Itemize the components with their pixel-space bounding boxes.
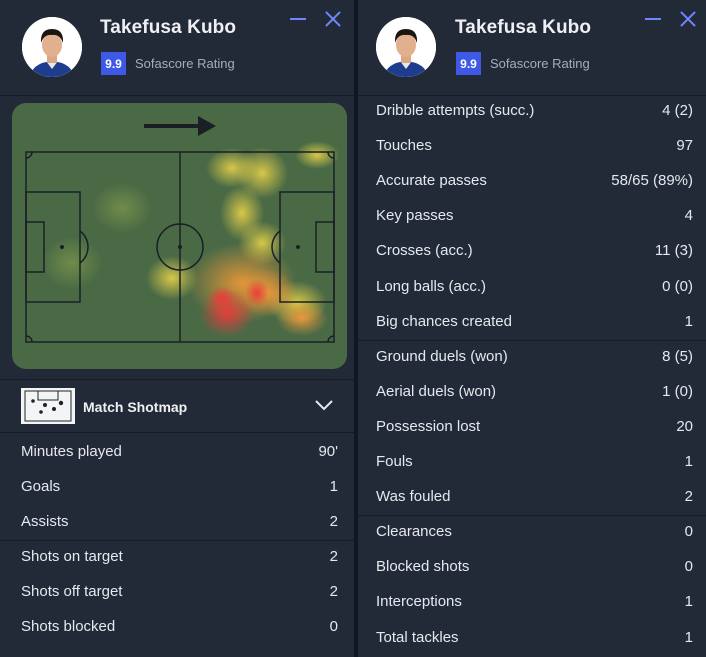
stat-row: Was fouled 2 xyxy=(358,479,706,514)
minimize-icon[interactable] xyxy=(287,8,309,30)
stat-row: Key passes 4 xyxy=(358,198,706,233)
stat-row: Goals 1 xyxy=(0,469,354,504)
stat-label: Dribble attempts (succ.) xyxy=(376,102,535,119)
stat-value: 1 xyxy=(684,453,693,470)
player-name: Takefusa Kubo xyxy=(100,17,237,38)
player-avatar xyxy=(376,17,436,77)
stat-value: 2 xyxy=(329,513,338,530)
stat-label: Clearances xyxy=(376,523,452,541)
stat-value: 0 xyxy=(684,558,693,576)
stat-label: Ground duels (won) xyxy=(376,347,508,365)
player-header: Takefusa Kubo 9.9 Sofascore Rating xyxy=(358,0,706,96)
stat-row: Shots on target 2 xyxy=(0,539,354,574)
stat-label: Long balls (acc.) xyxy=(376,277,487,295)
stat-row: Accurate passes 58/65 (89%) xyxy=(358,163,706,198)
stat-label: Assists xyxy=(21,513,69,530)
stat-value: 8 (5) xyxy=(662,347,693,365)
attack-direction-arrow-icon xyxy=(144,116,216,136)
minimize-icon[interactable] xyxy=(642,8,664,30)
rating-badge: 9.9 xyxy=(101,52,126,75)
player-header: Takefusa Kubo 9.9 Sofascore Rating xyxy=(0,0,354,96)
stat-label: Shots off target xyxy=(21,583,123,600)
stat-row: Aerial duels (won) 1 (0) xyxy=(358,374,706,409)
stat-label: Key passes xyxy=(376,207,454,225)
stat-value: 97 xyxy=(676,137,693,155)
stat-value: 0 xyxy=(684,523,693,541)
stat-label: Possession lost xyxy=(376,417,481,435)
stat-row: Crosses (acc.) 11 (3) xyxy=(358,233,706,268)
stat-row: Long balls (acc.) 0 (0) xyxy=(358,269,706,304)
stat-value: 11 (3) xyxy=(654,242,693,260)
stat-label: Blocked shots xyxy=(376,558,470,576)
stat-row: Total tackles 1 xyxy=(358,620,706,655)
stat-label: Was fouled xyxy=(376,488,451,506)
rating-label: Sofascore Rating xyxy=(135,56,235,71)
stat-row: Dribble attempts (succ.) 4 (2) xyxy=(358,93,706,128)
stat-value: 1 xyxy=(684,593,693,611)
stat-row: Touches 97 xyxy=(358,128,706,163)
stat-row: Ground duels (won) 8 (5) xyxy=(358,339,706,374)
close-icon[interactable] xyxy=(677,8,699,30)
stat-label: Goals xyxy=(21,478,61,495)
stat-value: 1 xyxy=(684,628,693,646)
stat-label: Total tackles xyxy=(376,628,459,646)
stat-value: 2 xyxy=(684,488,693,506)
stat-row: Assists 2 xyxy=(0,504,354,539)
stat-label: Shots on target xyxy=(21,548,123,565)
rating-label: Sofascore Rating xyxy=(490,56,590,71)
stat-row: Blocked shots 0 xyxy=(358,549,706,584)
player-stats-panel-left: Takefusa Kubo 9.9 Sofascore Rating Match… xyxy=(0,0,354,657)
stat-value: 20 xyxy=(676,417,693,435)
match-shotmap-toggle[interactable]: Match Shotmap xyxy=(0,379,354,433)
stat-row: Minutes played 90' xyxy=(0,434,354,469)
stat-value: 1 xyxy=(684,312,693,330)
shotmap-label: Match Shotmap xyxy=(83,399,188,415)
stat-row: Shots off target 2 xyxy=(0,574,354,609)
stat-value: 0 (0) xyxy=(662,277,693,295)
stat-value: 1 xyxy=(329,478,338,495)
close-icon[interactable] xyxy=(322,8,344,30)
heatmap xyxy=(12,103,347,369)
stat-value: 2 xyxy=(329,583,338,600)
shotmap-thumbnail-icon xyxy=(21,388,75,424)
stat-label: Minutes played xyxy=(21,443,122,460)
stat-label: Fouls xyxy=(376,453,413,470)
player-name: Takefusa Kubo xyxy=(455,17,592,38)
stat-value: 2 xyxy=(329,548,338,565)
stat-label: Interceptions xyxy=(376,593,462,611)
stat-row: Fouls 1 xyxy=(358,444,706,479)
stat-value: 58/65 (89%) xyxy=(611,172,693,190)
player-avatar xyxy=(22,17,82,77)
stat-value: 0 xyxy=(329,618,338,635)
stat-row: Big chances created 1 xyxy=(358,304,706,339)
stat-value: 4 xyxy=(684,207,693,225)
player-stats-panel-right: Takefusa Kubo 9.9 Sofascore Rating Dribb… xyxy=(358,0,706,657)
stat-label: Touches xyxy=(376,137,432,155)
stat-label: Big chances created xyxy=(376,312,512,330)
stat-label: Shots blocked xyxy=(21,618,116,635)
stat-value: 90' xyxy=(318,443,338,460)
stat-label: Accurate passes xyxy=(376,172,487,190)
stat-value: 4 (2) xyxy=(662,102,693,119)
stat-label: Crosses (acc.) xyxy=(376,242,473,260)
stat-row: Possession lost 20 xyxy=(358,409,706,444)
stat-label: Aerial duels (won) xyxy=(376,382,497,400)
rating-badge: 9.9 xyxy=(456,52,481,75)
stat-row: Shots blocked 0 xyxy=(0,609,354,644)
stat-row: Clearances 0 xyxy=(358,514,706,549)
stat-value: 1 (0) xyxy=(662,382,693,400)
stat-row: Interceptions 1 xyxy=(358,584,706,619)
chevron-down-icon[interactable] xyxy=(314,398,334,412)
